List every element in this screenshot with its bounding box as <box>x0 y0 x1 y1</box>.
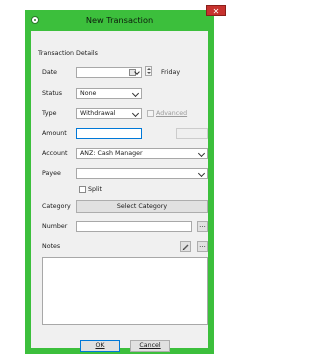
status-select[interactable]: None <box>76 88 142 99</box>
account-label: Account <box>42 150 68 157</box>
section-label: Transaction Details <box>38 50 98 57</box>
spin-down-icon[interactable] <box>147 72 151 74</box>
number-label: Number <box>42 223 68 230</box>
account-value: ANZ: Cash Manager <box>80 150 143 157</box>
notes-textarea[interactable] <box>42 257 208 325</box>
day-of-week: Friday <box>161 69 181 76</box>
split-checkbox[interactable] <box>79 186 86 193</box>
ok-button[interactable]: OK <box>80 340 120 352</box>
notes-browse-button[interactable]: ... <box>197 241 208 252</box>
amount-label: Amount <box>42 130 67 137</box>
chevron-down-icon <box>197 169 206 178</box>
split-label: Split <box>88 186 102 193</box>
amount-field[interactable] <box>76 128 142 139</box>
date-field[interactable] <box>76 67 142 78</box>
select-category-button[interactable]: Select Category <box>76 200 208 213</box>
spin-up-icon[interactable] <box>147 68 151 70</box>
payee-label: Payee <box>42 170 61 177</box>
chevron-down-icon <box>131 89 140 98</box>
new-transaction-window: New Transaction Transaction Details Date… <box>25 10 214 354</box>
title-bar: New Transaction <box>25 10 214 30</box>
advanced-label: Advanced <box>156 110 188 117</box>
advanced-checkbox[interactable] <box>147 110 154 117</box>
dialog-body: Transaction Details Date Friday Status N… <box>31 31 208 352</box>
category-label: Category <box>42 203 71 210</box>
payee-select[interactable] <box>76 168 208 179</box>
type-select[interactable]: Withdrawal <box>76 108 142 119</box>
pencil-icon[interactable] <box>180 241 191 252</box>
date-label: Date <box>42 69 58 76</box>
cancel-button[interactable]: Cancel <box>130 340 170 352</box>
date-spinner[interactable] <box>145 66 152 76</box>
account-select[interactable]: ANZ: Cash Manager <box>76 148 208 159</box>
status-label: Status <box>42 90 63 97</box>
type-value: Withdrawal <box>80 110 116 117</box>
number-browse-button[interactable]: ... <box>197 221 208 232</box>
status-value: None <box>80 90 97 97</box>
chevron-down-icon <box>131 109 140 118</box>
notes-label: Notes <box>42 243 61 250</box>
chevron-down-icon <box>197 149 206 158</box>
window-title: New Transaction <box>85 15 154 25</box>
close-button[interactable]: ✕ <box>206 5 226 16</box>
number-field[interactable] <box>76 221 192 232</box>
amount-calc-button[interactable] <box>176 128 208 139</box>
type-label: Type <box>42 110 57 117</box>
